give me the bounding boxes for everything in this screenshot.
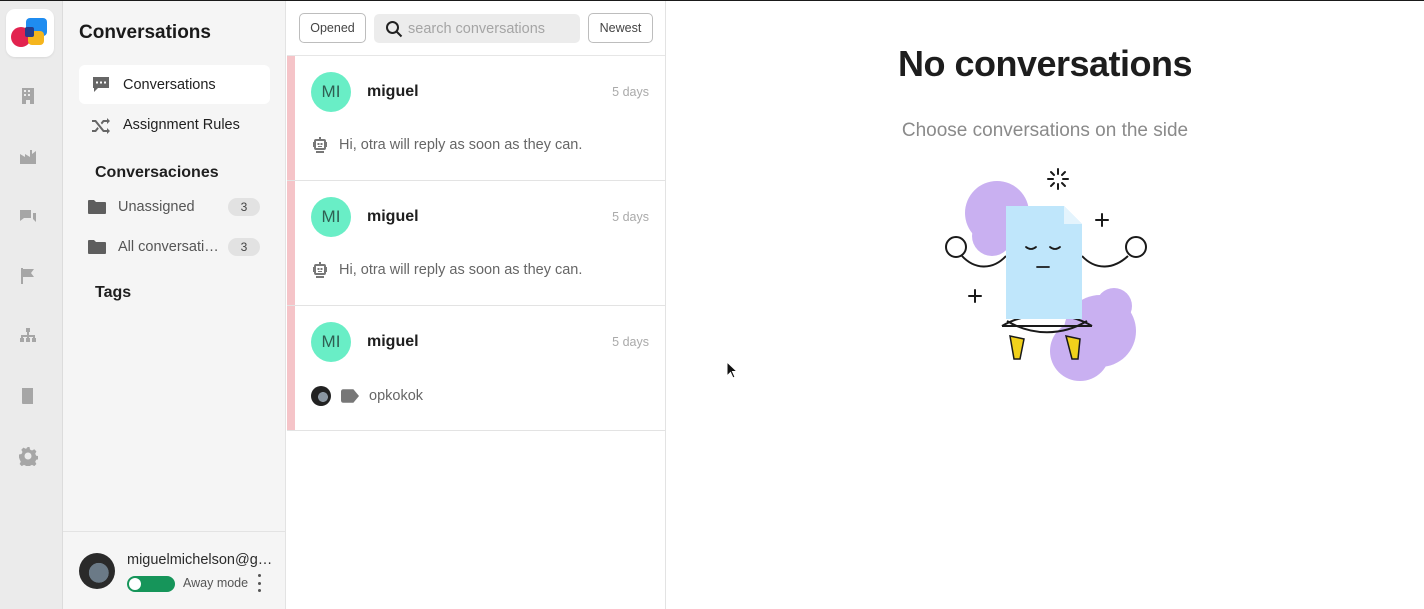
empty-state-title: No conversations	[897, 43, 1193, 84]
list-toolbar: Opened Newest	[287, 1, 665, 56]
away-mode-toggle[interactable]	[127, 576, 175, 592]
folder-unassigned[interactable]: Unassigned 3	[88, 195, 260, 219]
folder-label: All conversations	[118, 239, 226, 255]
conversation-detail-area: No conversations Choose conversations on…	[666, 1, 1424, 609]
logo-icon	[11, 18, 47, 47]
message-preview: Hi, otra will reply as soon as they can.	[311, 261, 582, 279]
conversation-item[interactable]: MI miguel 5 days opkokok	[287, 306, 665, 431]
agent-avatar	[311, 386, 331, 406]
book-icon[interactable]	[17, 385, 39, 407]
message-preview: opkokok	[311, 386, 423, 406]
flag-icon[interactable]	[17, 265, 39, 287]
search-box	[374, 14, 580, 43]
section-title-conversaciones: Conversaciones	[95, 164, 219, 181]
section-title-tags: Tags	[95, 284, 132, 301]
empty-state-subtitle: Choose conversations on the side	[901, 120, 1189, 141]
factory-icon[interactable]	[17, 145, 39, 167]
unread-indicator	[287, 56, 295, 180]
unread-indicator	[287, 306, 295, 430]
search-icon	[386, 20, 403, 37]
status-filter-button[interactable]: Opened	[299, 13, 366, 43]
more-options-icon[interactable]	[255, 574, 263, 592]
meditating-document-illustration	[945, 168, 1147, 381]
away-mode-label: Away mode	[183, 576, 249, 590]
avatar: MI	[311, 322, 351, 362]
nav-item-label: Assignment Rules	[123, 116, 240, 133]
contact-name: miguel	[367, 333, 419, 350]
folder-icon	[88, 200, 106, 214]
avatar: MI	[311, 197, 351, 237]
chat-icon	[79, 74, 123, 96]
contact-name: miguel	[367, 83, 419, 100]
building-icon[interactable]	[17, 85, 39, 107]
avatar[interactable]	[79, 553, 115, 589]
mouse-cursor-icon	[726, 361, 738, 379]
conversations-nav-panel: Conversations Conversations Assignment R…	[63, 1, 286, 609]
unread-indicator	[287, 181, 295, 305]
nav-item-assignment-rules[interactable]: Assignment Rules	[79, 105, 270, 144]
tag-icon	[341, 389, 359, 403]
user-profile: miguelmichelson@gmail.com Away mode	[63, 531, 286, 609]
timestamp: 5 days	[612, 210, 649, 224]
user-email: miguelmichelson@gmail.com	[127, 552, 277, 568]
count-badge: 3	[228, 198, 260, 216]
conversation-item[interactable]: MI miguel 5 days Hi, otra will reply as …	[287, 56, 665, 181]
search-input[interactable]	[408, 20, 578, 37]
preview-text: opkokok	[369, 388, 424, 404]
folder-all-conversations[interactable]: All conversations 3	[88, 235, 260, 259]
contact-name: miguel	[367, 208, 419, 225]
nav-item-conversations[interactable]: Conversations	[79, 65, 270, 104]
folder-label: Unassigned	[118, 199, 195, 215]
message-preview: Hi, otra will reply as soon as they can.	[311, 136, 582, 154]
count-badge: 3	[228, 238, 260, 256]
avatar: MI	[311, 72, 351, 112]
conversation-list-panel: Opened Newest MI miguel 5 days Hi, otra …	[287, 1, 666, 609]
icon-rail	[0, 1, 63, 609]
conversation-item[interactable]: MI miguel 5 days Hi, otra will reply as …	[287, 181, 665, 306]
gear-icon[interactable]	[17, 445, 39, 467]
nav-title: Conversations	[79, 22, 211, 43]
timestamp: 5 days	[612, 335, 649, 349]
shuffle-icon	[79, 114, 123, 136]
preview-text: Hi, otra will reply as soon as they can.	[339, 262, 583, 278]
sitemap-icon[interactable]	[17, 325, 39, 347]
timestamp: 5 days	[612, 85, 649, 99]
nav-item-label: Conversations	[123, 76, 216, 93]
sort-button[interactable]: Newest	[588, 13, 653, 43]
bot-icon	[313, 137, 327, 153]
folder-icon	[88, 240, 106, 254]
app-logo[interactable]	[6, 9, 54, 57]
bot-icon	[313, 262, 327, 278]
chat-bubbles-icon[interactable]	[17, 205, 39, 227]
preview-text: Hi, otra will reply as soon as they can.	[339, 137, 583, 153]
